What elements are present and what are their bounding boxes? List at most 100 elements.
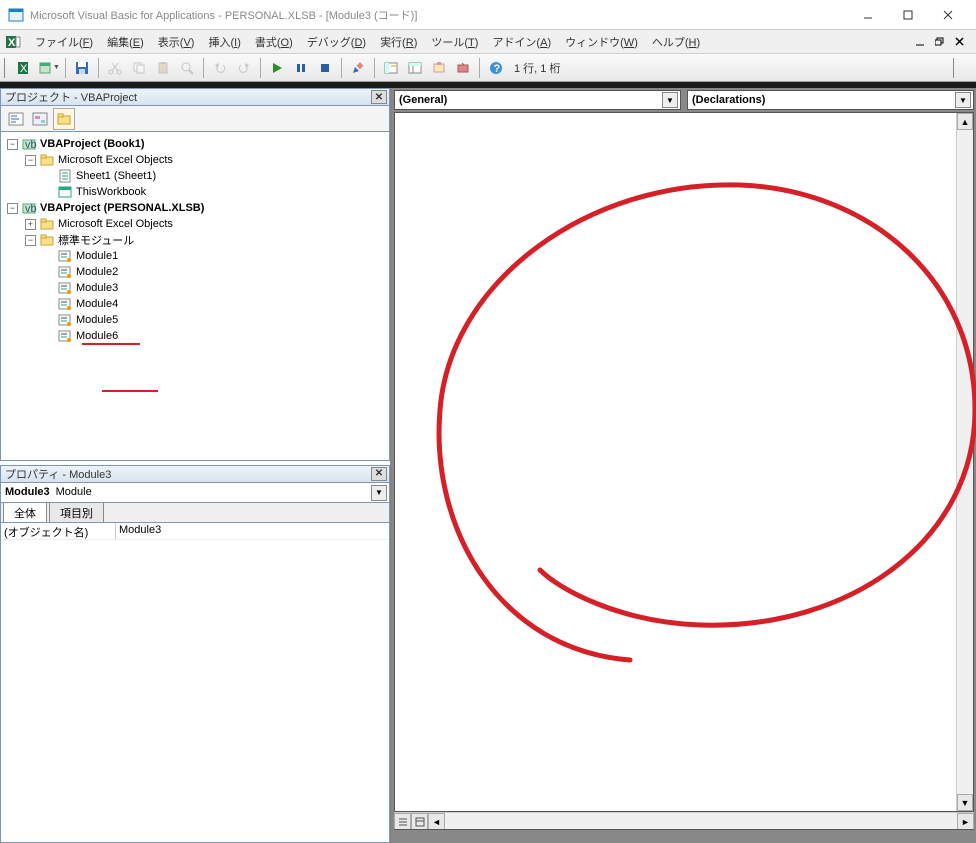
tree-node[interactable]: −標準モジュール	[3, 232, 387, 248]
bottom-strip	[394, 829, 974, 841]
break-button[interactable]	[290, 57, 312, 79]
object-dropdown[interactable]: (General) ▼	[394, 90, 681, 110]
toolbar-grip[interactable]	[4, 58, 9, 78]
close-button[interactable]	[928, 1, 968, 29]
folder-icon	[39, 153, 55, 167]
vertical-scrollbar[interactable]: ▲ ▼	[956, 113, 973, 811]
property-row[interactable]: (オブジェクト名)Module3	[1, 523, 389, 540]
excel-icon[interactable]: X	[4, 33, 22, 51]
design-mode-button[interactable]	[347, 57, 369, 79]
tree-node[interactable]: Module3	[3, 280, 387, 296]
object-browser-button[interactable]	[428, 57, 450, 79]
menu-item-4[interactable]: 書式(O)	[248, 35, 300, 51]
object-dropdown-value: (General)	[399, 94, 447, 106]
tree-node[interactable]: −vbVBAProject (Book1)	[3, 136, 387, 152]
tree-expander[interactable]: +	[25, 219, 36, 230]
tree-node[interactable]: − Microsoft Excel Objects	[3, 152, 387, 168]
project-explorer-button[interactable]	[380, 57, 402, 79]
menu-item-0[interactable]: ファイル(F)	[28, 35, 100, 51]
tree-label: Module1	[76, 250, 118, 262]
module-icon	[57, 297, 73, 311]
menu-item-2[interactable]: 表示(V)	[151, 35, 202, 51]
scroll-down-button[interactable]: ▼	[957, 794, 973, 811]
properties-window-button[interactable]	[404, 57, 426, 79]
toolbar-end-grip[interactable]	[953, 58, 958, 78]
menu-item-3[interactable]: 挿入(I)	[201, 35, 247, 51]
tab-all[interactable]: 全体	[3, 502, 47, 522]
property-key: (オブジェクト名)	[1, 523, 116, 540]
tree-label: Microsoft Excel Objects	[58, 154, 173, 166]
tree-node[interactable]: +Microsoft Excel Objects	[3, 216, 387, 232]
menu-item-1[interactable]: 編集(E)	[100, 35, 151, 51]
tab-by-category[interactable]: 項目別	[49, 502, 104, 522]
mdi-minimize-button[interactable]	[912, 35, 928, 49]
tree-label: Sheet1 (Sheet1)	[76, 170, 156, 182]
tree-expander[interactable]: −	[7, 139, 18, 150]
sheet-icon	[57, 169, 73, 183]
menu-item-5[interactable]: デバッグ(D)	[300, 35, 373, 51]
save-button[interactable]	[71, 57, 93, 79]
properties-tabs: 全体 項目別	[0, 503, 390, 523]
tree-node[interactable]: Module6	[3, 328, 387, 344]
folder-icon	[39, 233, 55, 247]
procedure-dropdown[interactable]: (Declarations) ▼	[687, 90, 974, 110]
reset-button[interactable]	[314, 57, 336, 79]
insert-module-button[interactable]: ▼	[38, 57, 60, 79]
cut-button[interactable]	[104, 57, 126, 79]
toggle-folders-button[interactable]	[53, 108, 75, 130]
view-excel-button[interactable]: X	[14, 57, 36, 79]
properties-pane-title-text: プロパティ - Module3	[5, 466, 111, 482]
scroll-right-button[interactable]: ►	[957, 813, 974, 830]
tree-node[interactable]: Module2	[3, 264, 387, 280]
properties-grid[interactable]: (オブジェクト名)Module3	[0, 523, 390, 843]
copy-button[interactable]	[128, 57, 150, 79]
tree-node[interactable]: Sheet1 (Sheet1)	[3, 168, 387, 184]
tree-expander[interactable]: −	[25, 235, 36, 246]
tree-node[interactable]: Module5	[3, 312, 387, 328]
horizontal-scrollbar[interactable]: ◄ ►	[394, 812, 974, 829]
tree-node[interactable]: −vbVBAProject (PERSONAL.XLSB)	[3, 200, 387, 216]
properties-object-selector[interactable]: Module3 Module ▼	[0, 483, 390, 503]
properties-pane-close-button[interactable]: ✕	[371, 467, 387, 481]
code-editor[interactable]: ▲ ▼	[394, 112, 974, 812]
property-value[interactable]: Module3	[116, 523, 389, 540]
maximize-button[interactable]	[888, 1, 928, 29]
project-pane-close-button[interactable]: ✕	[371, 90, 387, 104]
properties-selector-dropdown-icon[interactable]: ▼	[371, 485, 387, 501]
tree-node[interactable]: Module1	[3, 248, 387, 264]
toolbox-button[interactable]	[452, 57, 474, 79]
code-text-area[interactable]	[395, 113, 956, 811]
mdi-restore-button[interactable]	[932, 35, 948, 49]
tree-expander[interactable]: −	[25, 155, 36, 166]
tree-node[interactable]: ThisWorkbook	[3, 184, 387, 200]
scroll-left-button[interactable]: ◄	[428, 813, 445, 830]
paste-button[interactable]	[152, 57, 174, 79]
mdi-close-button[interactable]	[952, 35, 968, 49]
menu-item-6[interactable]: 実行(R)	[373, 35, 424, 51]
project-tree[interactable]: −vbVBAProject (Book1)−Microsoft Excel Ob…	[0, 132, 390, 461]
tree-node[interactable]: Module4	[3, 296, 387, 312]
tree-label: Module6	[76, 330, 118, 342]
menu-item-10[interactable]: ヘルプ(H)	[645, 35, 707, 51]
scroll-up-button[interactable]: ▲	[957, 113, 973, 130]
view-code-button[interactable]	[5, 108, 27, 130]
redo-button[interactable]	[233, 57, 255, 79]
full-module-view-button[interactable]	[411, 813, 428, 830]
tree-expander[interactable]: −	[7, 203, 18, 214]
procedure-view-button[interactable]	[394, 813, 411, 830]
tree-label: Module5	[76, 314, 118, 326]
svg-text:X: X	[20, 63, 28, 75]
minimize-button[interactable]	[848, 1, 888, 29]
menu-item-7[interactable]: ツール(T)	[424, 35, 485, 51]
menu-item-8[interactable]: アドイン(A)	[485, 35, 558, 51]
svg-text:vb: vb	[25, 203, 37, 215]
vba-icon: vb	[21, 201, 37, 215]
menu-item-9[interactable]: ウィンドウ(W)	[558, 35, 645, 51]
run-button[interactable]	[266, 57, 288, 79]
project-toolbar	[0, 106, 390, 132]
undo-button[interactable]	[209, 57, 231, 79]
view-object-button[interactable]	[29, 108, 51, 130]
help-button[interactable]: ?	[485, 57, 507, 79]
find-button[interactable]	[176, 57, 198, 79]
module-icon	[57, 329, 73, 343]
